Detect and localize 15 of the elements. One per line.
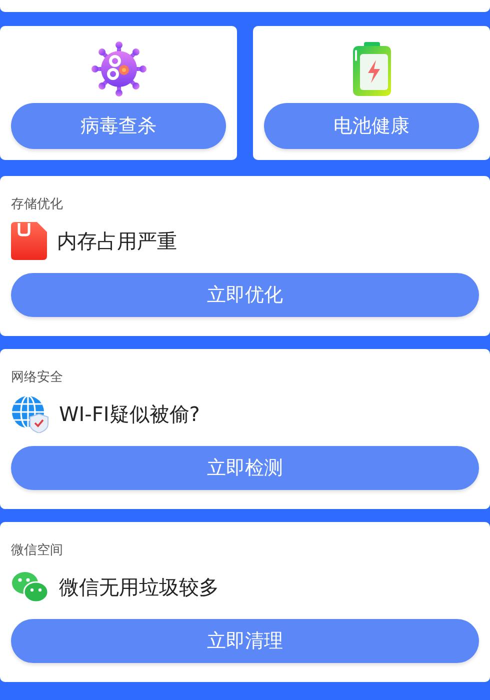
action-button[interactable]: 立即检测	[11, 446, 479, 490]
card-title: 网络安全	[11, 369, 63, 387]
tool-button[interactable]: 病毒查杀	[11, 103, 226, 149]
tool-button[interactable]: 电池健康	[264, 103, 479, 149]
chat-bubbles-icon	[11, 570, 49, 604]
globe-shield-icon	[11, 395, 49, 433]
alert-message: 微信无用垃圾较多	[59, 574, 219, 600]
card-title: 微信空间	[11, 542, 63, 560]
alert-message: 内存占用严重	[57, 228, 177, 254]
memory-card-icon	[11, 222, 47, 260]
action-button[interactable]: 立即优化	[11, 273, 479, 317]
virus-icon	[90, 41, 146, 97]
alert-message: WI-FI疑似被偷?	[59, 400, 200, 428]
card-title: 存储优化	[11, 196, 63, 214]
action-button[interactable]: 立即清理	[11, 619, 479, 663]
